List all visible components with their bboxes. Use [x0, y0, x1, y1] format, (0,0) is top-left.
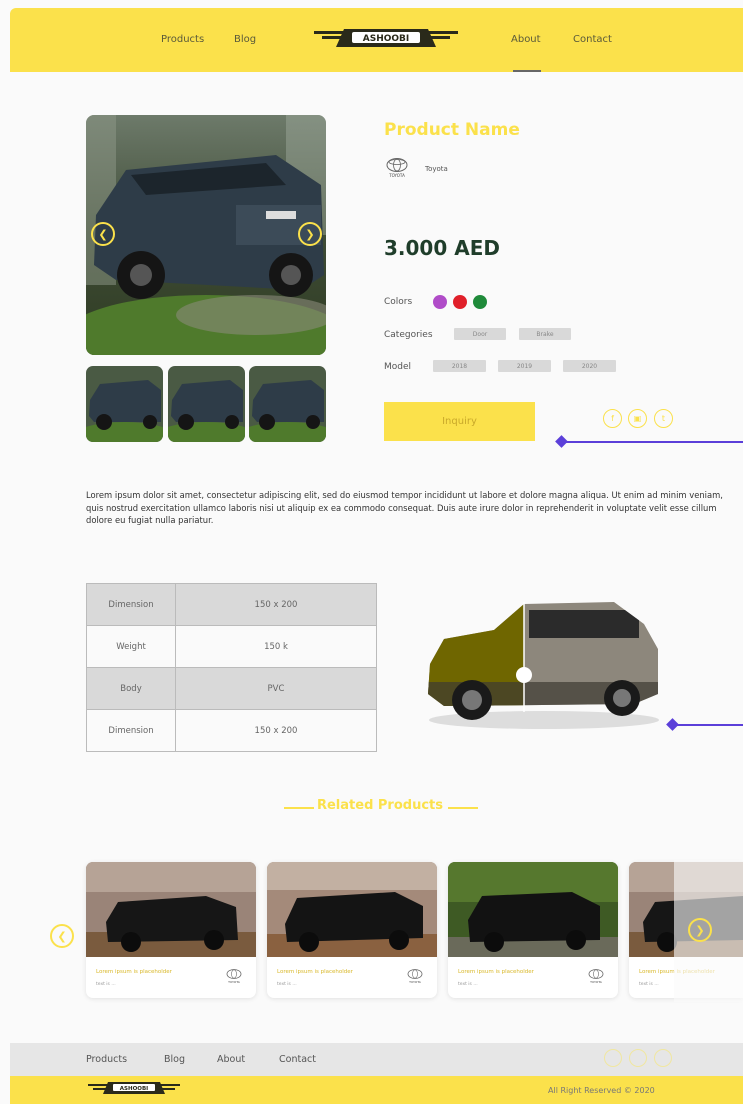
footer-facebook-icon[interactable]: [604, 1049, 622, 1067]
model-chip[interactable]: 2019: [498, 360, 551, 372]
card-brand-text: TOYOTA: [408, 980, 422, 984]
logo-text: ASHOOBI: [363, 34, 410, 44]
related-product-image: [448, 862, 618, 957]
spec-key: Weight: [86, 625, 176, 668]
nav-active-indicator: [513, 70, 541, 72]
product-description: Lorem ipsum dolor sit amet, consectetur …: [86, 490, 723, 525]
spec-value: PVC: [175, 667, 377, 710]
decor-diamond: [555, 435, 568, 448]
prev-image-button[interactable]: ❮: [91, 222, 115, 246]
table-row: Body PVC: [86, 667, 377, 710]
toyota-logo-icon: TOYOTA: [588, 969, 604, 984]
toyota-logo-icon: TOYOTA: [407, 969, 423, 984]
nav-products-link[interactable]: Products: [161, 34, 204, 45]
thumbnail-1[interactable]: [86, 366, 163, 442]
model-label: Model: [384, 362, 412, 372]
toyota-logo-icon: TOYOTA: [386, 158, 408, 178]
footer-contact-link[interactable]: Contact: [279, 1054, 316, 1065]
related-product-subtitle: text is ...: [639, 982, 659, 987]
colors-label: Colors: [384, 297, 413, 307]
thumbnail-3[interactable]: [249, 366, 326, 442]
next-image-button[interactable]: ❯: [298, 222, 322, 246]
color-swatch-red[interactable]: [453, 295, 467, 309]
title-decor-right: [448, 807, 478, 809]
decor-line: [563, 441, 743, 443]
facebook-icon[interactable]: f: [603, 409, 622, 428]
brand-logo-text: TOYOTA: [388, 173, 405, 178]
spec-value: 150 x 200: [175, 583, 377, 626]
table-row: Weight 150 k: [86, 625, 377, 668]
product-name: Product Name: [384, 120, 520, 140]
chevron-left-icon: ❮: [98, 227, 108, 241]
product-price: 3.000 AED: [384, 236, 500, 260]
spec-key: Dimension: [86, 583, 176, 626]
table-row: Dimension 150 x 200: [86, 583, 377, 626]
related-product-card[interactable]: Lorem ipsum is placeholder text is ... T…: [448, 862, 618, 998]
spec-value: 150 k: [175, 625, 377, 668]
chevron-left-icon: ❮: [57, 929, 67, 943]
footer-brand-logo[interactable]: ASHOOBI: [88, 1081, 180, 1095]
color-swatch-green[interactable]: [473, 295, 487, 309]
chevron-right-icon: ❯: [305, 227, 315, 241]
related-products-title: Related Products: [316, 798, 443, 813]
toyota-logo-icon: TOYOTA: [226, 969, 242, 984]
specs-table: Dimension 150 x 200 Weight 150 k Body PV…: [86, 583, 377, 752]
related-product-title: Lorem ipsum is placeholder: [277, 969, 353, 975]
related-product-image: [86, 862, 256, 957]
nav-about-link[interactable]: About: [511, 34, 541, 45]
product-detail-page: Products Blog ASHOOBI About Contact ❮ ❯ …: [0, 0, 743, 1104]
table-row: Dimension 150 x 200: [86, 709, 377, 752]
main-product-image: [86, 115, 326, 355]
model-chip[interactable]: 2020: [563, 360, 616, 372]
related-prev-button[interactable]: ❮: [50, 924, 74, 948]
model-chip[interactable]: 2018: [433, 360, 486, 372]
related-product-subtitle: text is ...: [458, 982, 478, 987]
spec-key: Body: [86, 667, 176, 710]
brand-name: Toyota: [425, 165, 448, 173]
color-swatch-purple[interactable]: [433, 295, 447, 309]
copyright-text: All Right Reserved © 2020: [548, 1086, 655, 1095]
nav-blog-link[interactable]: Blog: [234, 34, 256, 45]
decor-line: [674, 724, 743, 726]
spec-key: Dimension: [86, 709, 176, 752]
related-product-subtitle: text is ...: [277, 982, 297, 987]
related-product-card[interactable]: Lorem ipsum is placeholder text is ... T…: [267, 862, 437, 998]
footer-blog-link[interactable]: Blog: [164, 1054, 185, 1065]
card-brand-text: TOYOTA: [589, 980, 603, 984]
twitter-icon[interactable]: t: [654, 409, 673, 428]
related-product-title: Lorem ipsum is placeholder: [96, 969, 172, 975]
related-product-title: Lorem ipsum is placeholder: [458, 969, 534, 975]
footer-about-link[interactable]: About: [217, 1054, 245, 1065]
footer-instagram-icon[interactable]: [629, 1049, 647, 1067]
nav-contact-link[interactable]: Contact: [573, 34, 612, 45]
related-next-button[interactable]: ❯: [688, 918, 712, 942]
categories-label: Categories: [384, 330, 433, 340]
spec-value: 150 x 200: [175, 709, 377, 752]
feature-car-image: [428, 602, 659, 729]
related-product-image: [267, 862, 437, 957]
related-product-subtitle: text is ...: [96, 982, 116, 987]
brand-logo[interactable]: ASHOOBI: [314, 27, 458, 49]
category-chip[interactable]: Brake: [519, 328, 571, 340]
footer-logo-text: ASHOOBI: [120, 1086, 148, 1092]
footer-products-link[interactable]: Products: [86, 1054, 127, 1065]
category-chip[interactable]: Door: [454, 328, 506, 340]
chevron-right-icon: ❯: [695, 923, 705, 937]
card-brand-text: TOYOTA: [227, 980, 241, 984]
related-product-card[interactable]: Lorem ipsum is placeholder text is ... T…: [86, 862, 256, 998]
inquiry-button[interactable]: Inquiry: [384, 402, 535, 441]
thumbnail-2[interactable]: [168, 366, 245, 442]
decor-diamond: [666, 718, 679, 731]
instagram-icon[interactable]: ▣: [628, 409, 647, 428]
footer-twitter-icon[interactable]: [654, 1049, 672, 1067]
